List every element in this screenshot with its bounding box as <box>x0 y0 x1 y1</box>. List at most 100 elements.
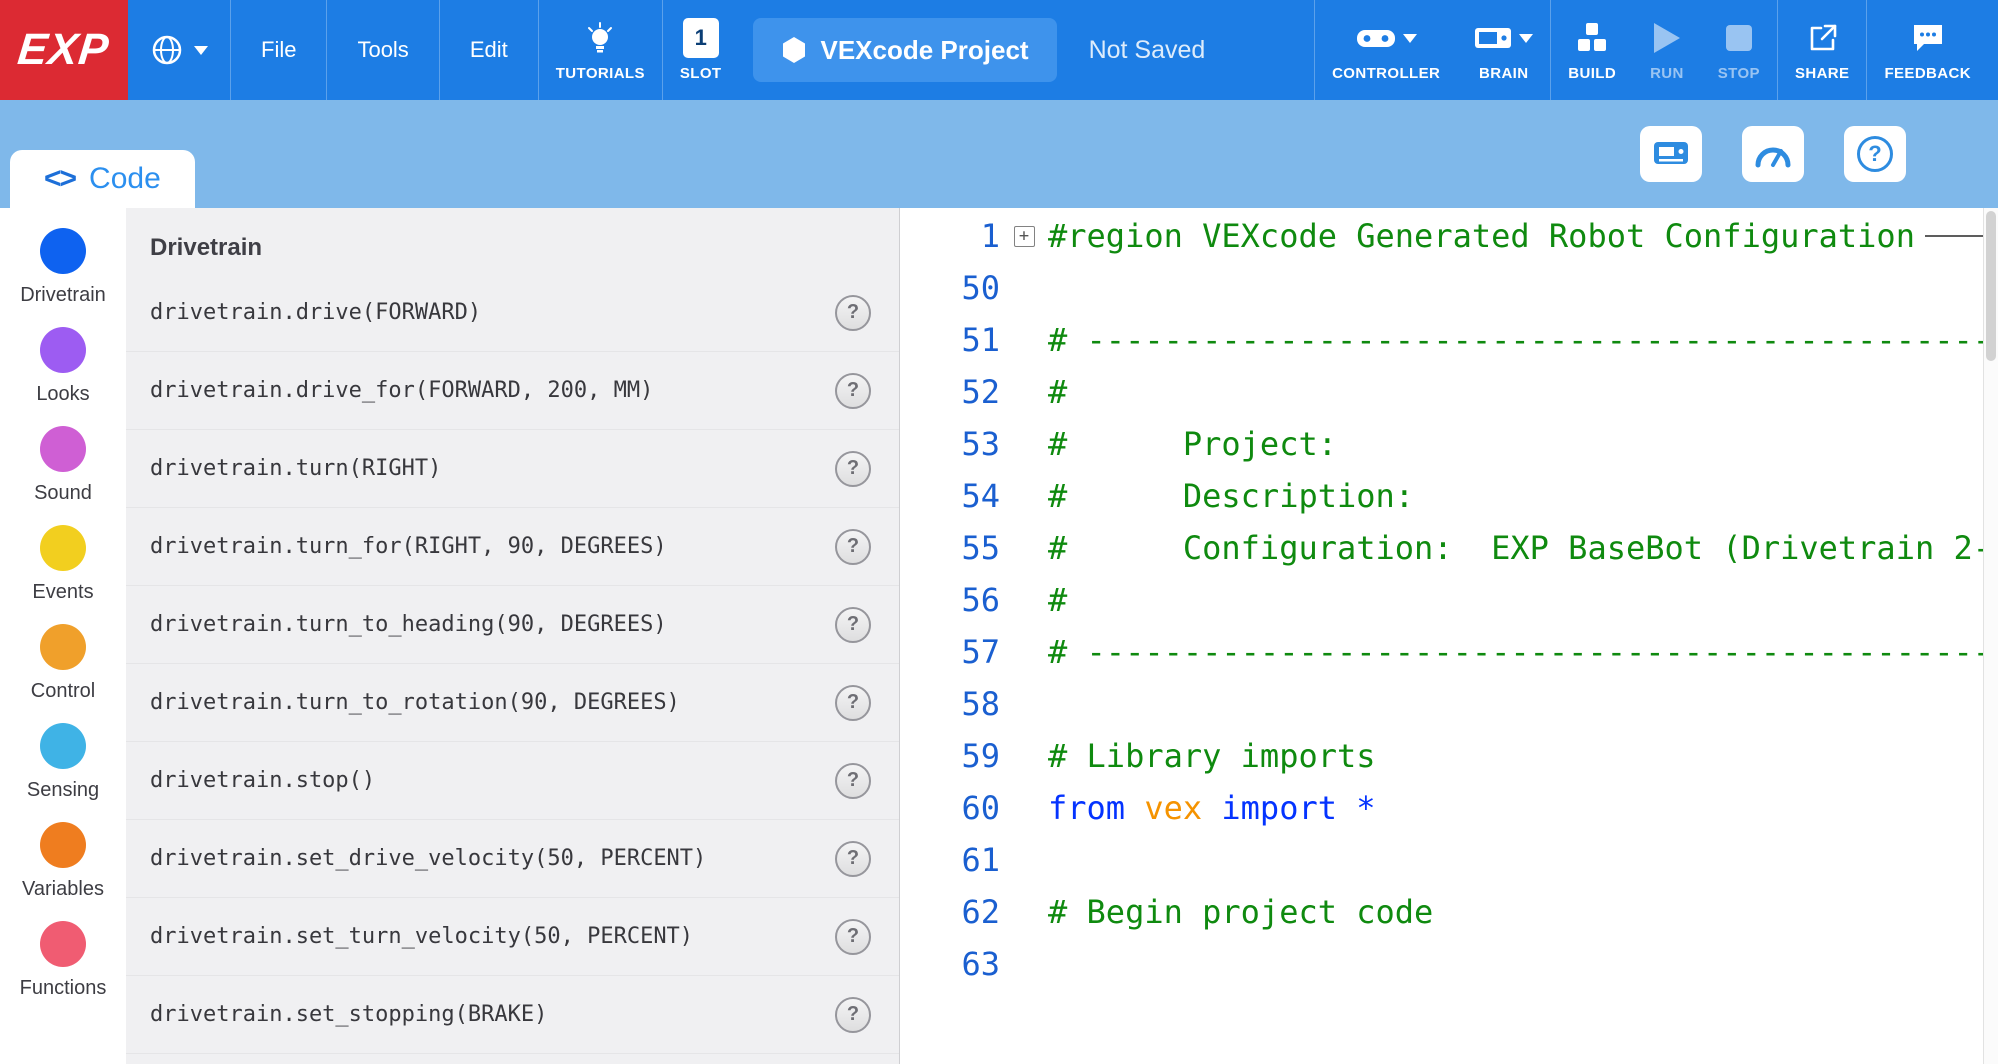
sidebar-category-drivetrain[interactable]: Drivetrain <box>0 228 126 327</box>
menu-edit[interactable]: Edit <box>440 0 538 100</box>
editor-line[interactable]: 63 <box>900 938 1998 990</box>
editor-line[interactable]: 59 # Library imports <box>900 730 1998 782</box>
brain-icon <box>1474 25 1512 51</box>
controller-button[interactable]: CONTROLLER <box>1315 0 1457 100</box>
feedback-button[interactable]: FEEDBACK <box>1867 0 1988 100</box>
editor-line[interactable]: 1 + #region VEXcode Generated Robot Conf… <box>900 210 1998 262</box>
scrollbar-thumb[interactable] <box>1986 211 1996 361</box>
editor-line[interactable]: 53 # Project: <box>900 418 1998 470</box>
editor-line[interactable]: 60 from vex import * <box>900 782 1998 834</box>
play-icon <box>1654 23 1680 53</box>
code-token <box>1337 789 1356 827</box>
command-help-button[interactable]: ? <box>835 919 871 955</box>
category-color-icon <box>40 426 86 472</box>
category-label: Events <box>32 581 93 604</box>
sidebar-category-events[interactable]: Events <box>0 525 126 624</box>
command-help-button[interactable]: ? <box>835 607 871 643</box>
share-label: SHARE <box>1795 65 1850 82</box>
sidebar-category-functions[interactable]: Functions <box>0 921 126 1020</box>
command-help-button[interactable]: ? <box>835 451 871 487</box>
palette-command-row[interactable]: drivetrain.set_drive_velocity(50, PERCEN… <box>126 820 899 898</box>
command-help-button[interactable]: ? <box>835 763 871 799</box>
menu-file[interactable]: File <box>231 0 326 100</box>
command-help-button[interactable]: ? <box>835 841 871 877</box>
line-number: 50 <box>900 269 1000 307</box>
palette-command-row[interactable]: drivetrain.drive_for(FORWARD, 200, MM) ? <box>126 352 899 430</box>
language-globe-menu[interactable] <box>128 0 230 100</box>
device-info-button[interactable] <box>1640 126 1702 182</box>
slot-selector[interactable]: 1 SLOT <box>663 0 739 100</box>
palette-command-row[interactable]: drivetrain.turn_to_heading(90, DEGREES) … <box>126 586 899 664</box>
stop-label: STOP <box>1718 65 1760 82</box>
category-label: Control <box>31 680 95 703</box>
sidebar-category-sound[interactable]: Sound <box>0 426 126 525</box>
sidebar-category-looks[interactable]: Looks <box>0 327 126 426</box>
help-button[interactable]: ? <box>1844 126 1906 182</box>
code-editor[interactable]: 1 + #region VEXcode Generated Robot Conf… <box>900 208 1998 1064</box>
command-help-button[interactable]: ? <box>835 529 871 565</box>
line-number: 58 <box>900 685 1000 723</box>
editor-line[interactable]: 56 # <box>900 574 1998 626</box>
palette-command-row[interactable]: drivetrain.turn(RIGHT) ? <box>126 430 899 508</box>
tutorials-button[interactable]: TUTORIALS <box>539 0 662 100</box>
palette-command-row[interactable]: drivetrain.turn_for(RIGHT, 90, DEGREES) … <box>126 508 899 586</box>
category-color-icon <box>40 723 86 769</box>
code-content: # Begin project code <box>1048 893 1983 931</box>
palette-command-row[interactable]: drivetrain.stop() ? <box>126 742 899 820</box>
tab-code[interactable]: <> Code <box>10 150 195 208</box>
fold-expand-icon[interactable]: + <box>1014 226 1035 247</box>
palette-command-row[interactable]: drivetrain.turn_to_rotation(90, DEGREES)… <box>126 664 899 742</box>
editor-line[interactable]: 55 # Configuration: EXP BaseBot (Drivetr… <box>900 522 1998 574</box>
gauge-icon <box>1754 139 1792 169</box>
brain-button[interactable]: BRAIN <box>1457 0 1550 100</box>
sidebar-category-sensing[interactable]: Sensing <box>0 723 126 822</box>
run-button[interactable]: RUN <box>1633 0 1701 100</box>
build-button[interactable]: BUILD <box>1551 0 1633 100</box>
code-token: # Begin project code <box>1048 893 1433 931</box>
code-token: #region VEXcode Generated Robot Configur… <box>1048 217 1915 255</box>
command-text: drivetrain.drive_for(FORWARD, 200, MM) <box>150 378 653 403</box>
monitor-gauge-button[interactable] <box>1742 126 1804 182</box>
code-token <box>1202 789 1221 827</box>
command-palette: Drivetrain drivetrain.drive(FORWARD) ? d… <box>126 208 900 1064</box>
sidebar-category-variables[interactable]: Variables <box>0 822 126 921</box>
stop-button[interactable]: STOP <box>1701 0 1777 100</box>
editor-line[interactable]: 54 # Description: <box>900 470 1998 522</box>
palette-command-row[interactable]: drivetrain.drive(FORWARD) ? <box>126 274 899 352</box>
command-text: drivetrain.set_turn_velocity(50, PERCENT… <box>150 924 693 949</box>
exp-logo: EXP <box>0 0 128 100</box>
command-text: drivetrain.stop() <box>150 768 375 793</box>
palette-command-row[interactable]: drivetrain.set_turn_velocity(50, PERCENT… <box>126 898 899 976</box>
menu-tools[interactable]: Tools <box>327 0 438 100</box>
category-color-icon <box>40 624 86 670</box>
command-help-button[interactable]: ? <box>835 295 871 331</box>
workspace-action-buttons: ? <box>1640 126 1906 182</box>
feedback-bubble-icon <box>1911 23 1945 53</box>
editor-scrollbar[interactable] <box>1983 208 1998 1064</box>
code-token: # --------------------------------------… <box>1048 321 1983 359</box>
share-button[interactable]: SHARE <box>1778 0 1867 100</box>
editor-line[interactable]: 50 <box>900 262 1998 314</box>
editor-line[interactable]: 62 # Begin project code <box>900 886 1998 938</box>
command-help-button[interactable]: ? <box>835 997 871 1033</box>
editor-line[interactable]: 58 <box>900 678 1998 730</box>
editor-line[interactable]: 52 # <box>900 366 1998 418</box>
command-help-button[interactable]: ? <box>835 685 871 721</box>
project-name-button[interactable]: VEXcode Project <box>753 18 1057 82</box>
code-token: * <box>1356 789 1375 827</box>
main-content: Drivetrain Looks Sound Events Control Se… <box>0 208 1998 1064</box>
code-content: # --------------------------------------… <box>1048 633 1983 671</box>
category-color-icon <box>40 228 86 274</box>
sidebar-category-control[interactable]: Control <box>0 624 126 723</box>
code-content: # <box>1048 581 1983 619</box>
command-help-button[interactable]: ? <box>835 373 871 409</box>
command-text: drivetrain.set_stopping(BRAKE) <box>150 1002 547 1027</box>
editor-line[interactable]: 51 # -----------------------------------… <box>900 314 1998 366</box>
category-label: Looks <box>36 383 89 406</box>
palette-command-row[interactable]: drivetrain.set_stopping(BRAKE) ? <box>126 976 899 1054</box>
share-icon <box>1807 23 1837 53</box>
editor-line[interactable]: 57 # -----------------------------------… <box>900 626 1998 678</box>
code-token: # <box>1048 581 1067 619</box>
category-color-icon <box>40 327 86 373</box>
editor-line[interactable]: 61 <box>900 834 1998 886</box>
